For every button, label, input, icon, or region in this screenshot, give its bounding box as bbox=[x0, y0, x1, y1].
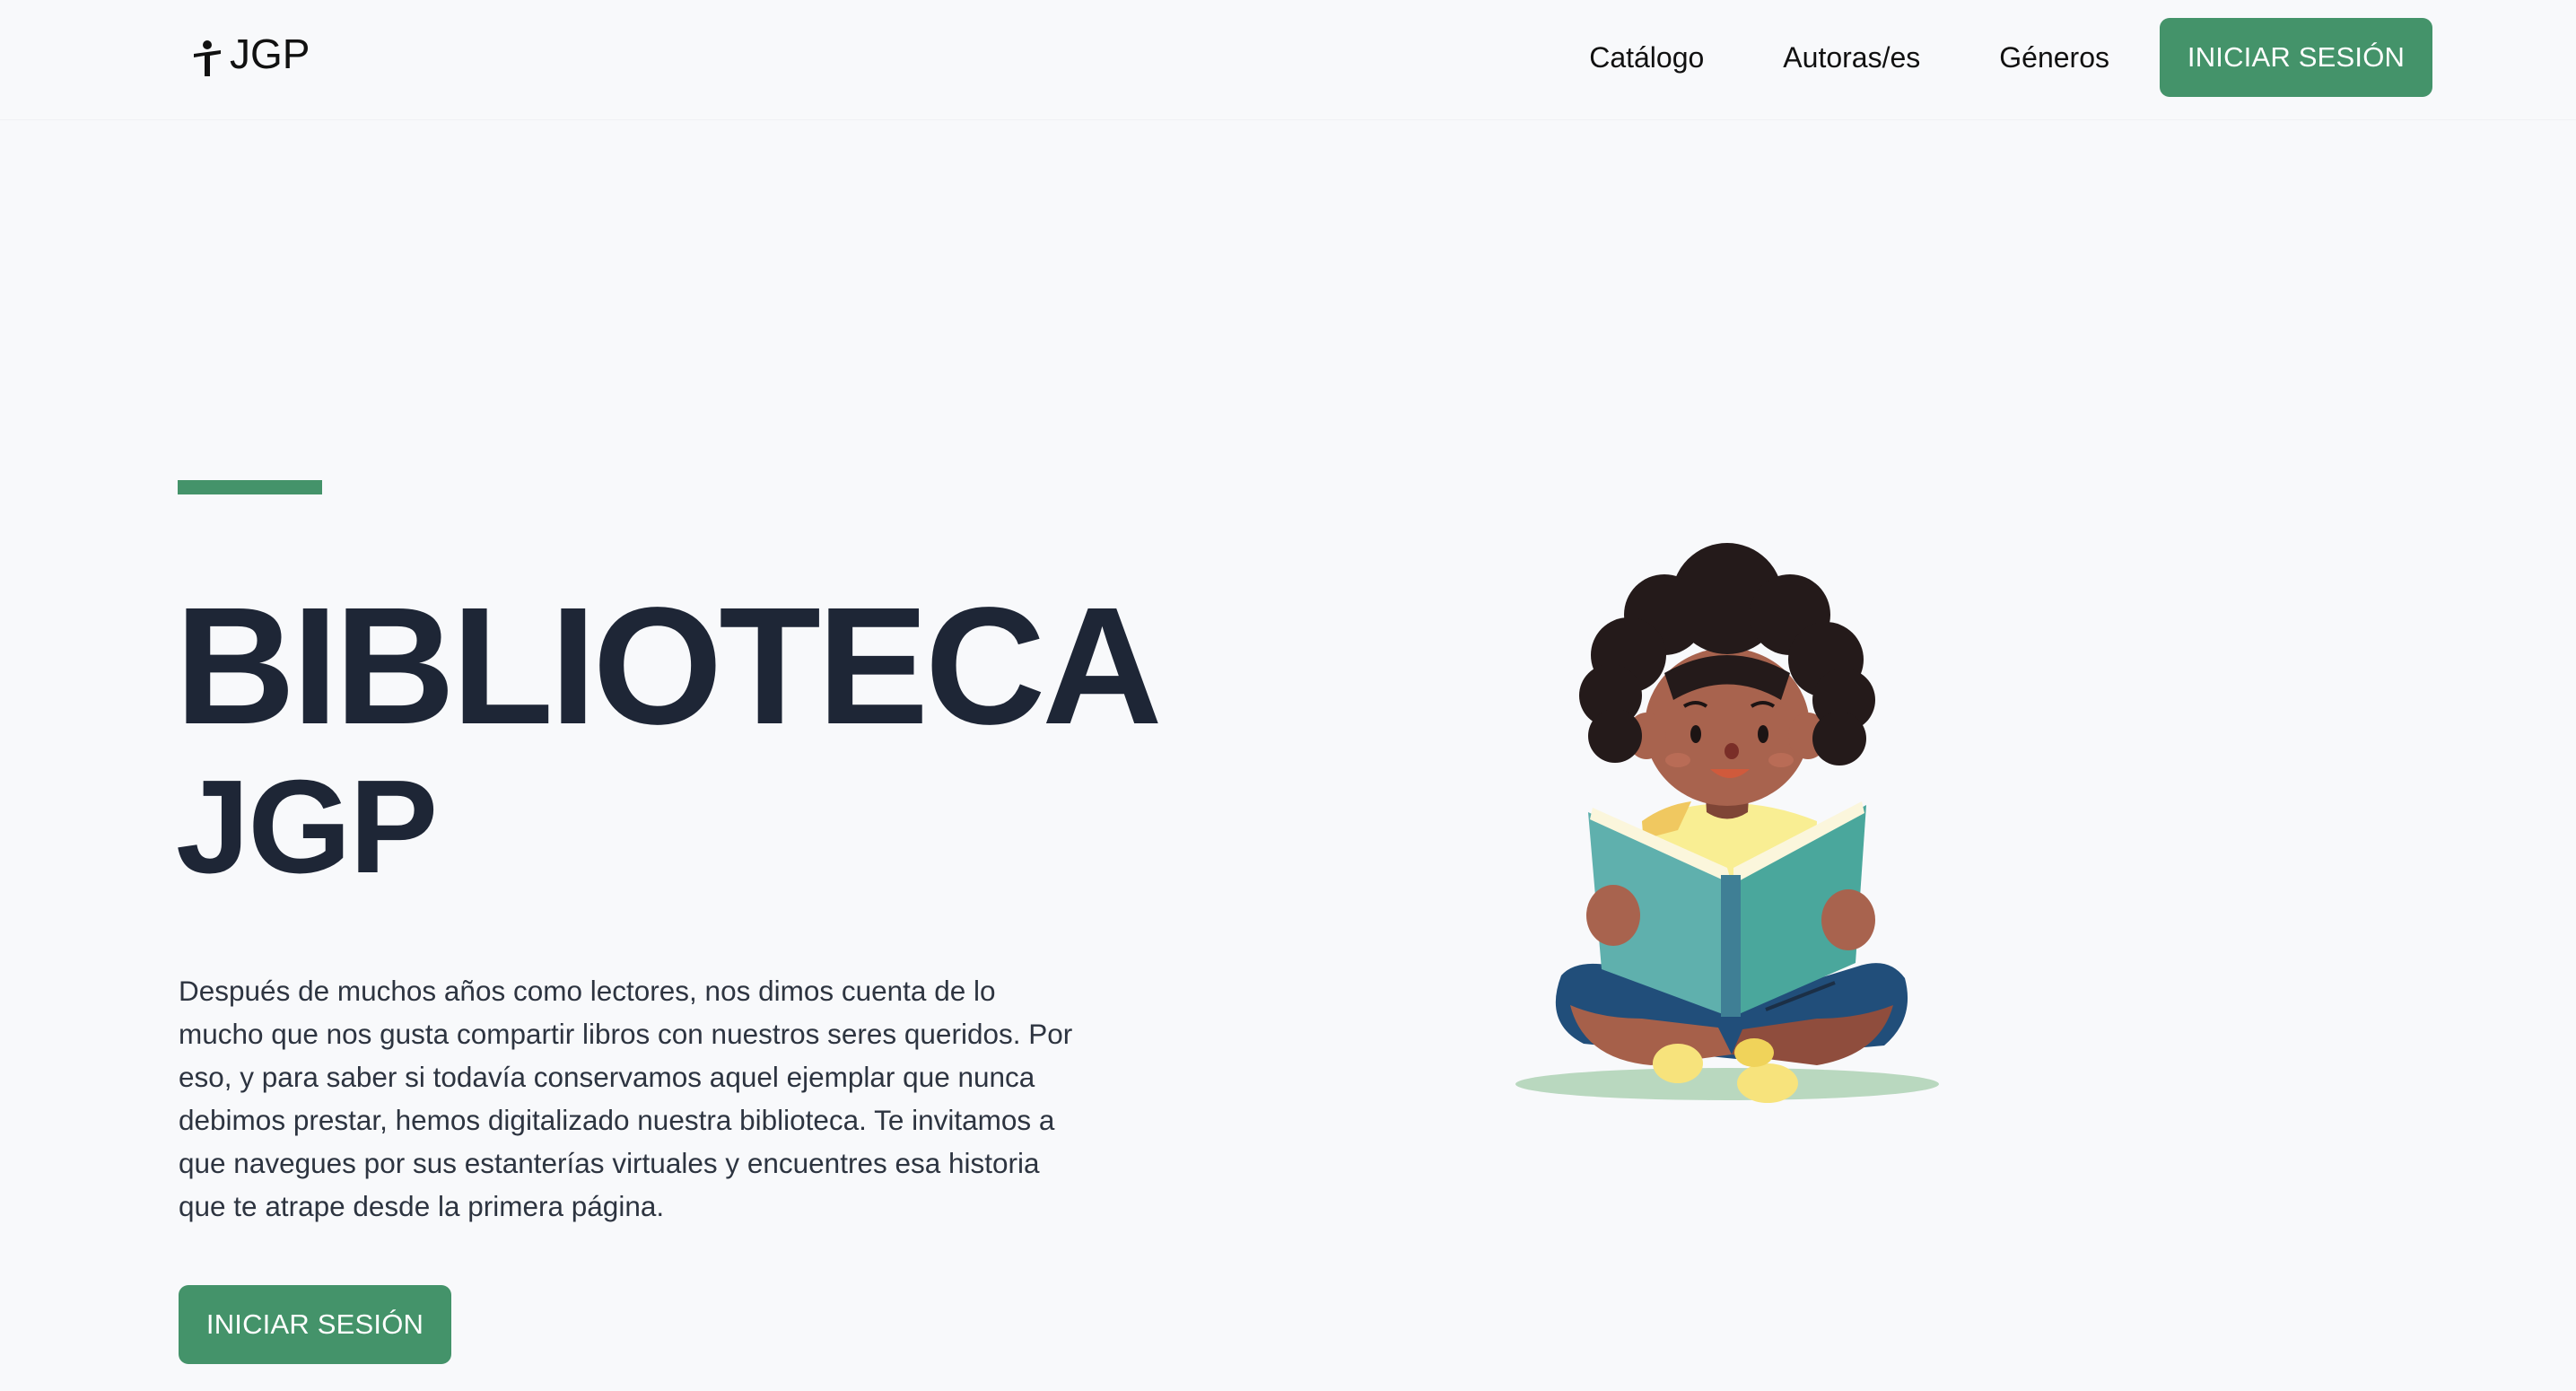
hero-subtitle: JGP bbox=[176, 753, 438, 901]
hero-description: Después de muchos años como lectores, no… bbox=[179, 975, 1073, 1222]
nav-links: Catálogo Autoras/es Géneros INICIAR SESI… bbox=[1589, 18, 2576, 97]
nav-link-generos[interactable]: Géneros bbox=[1999, 18, 2109, 97]
nav-login-button[interactable]: INICIAR SESIÓN bbox=[2160, 18, 2432, 97]
navbar: JGP Catálogo Autoras/es Géneros INICIAR … bbox=[0, 0, 2576, 120]
child-reading-book-illustration bbox=[1515, 543, 1939, 1103]
brand-logo-link[interactable]: JGP bbox=[190, 27, 310, 81]
reader-figure-icon bbox=[194, 40, 221, 76]
brand-name: JGP bbox=[230, 31, 310, 77]
nav-link-autoras[interactable]: Autoras/es bbox=[1783, 18, 1920, 97]
hero-title: BIBLIOTECA bbox=[175, 573, 1163, 759]
accent-bar bbox=[178, 480, 322, 494]
hero-login-button[interactable]: INICIAR SESIÓN bbox=[179, 1285, 451, 1364]
nav-link-catalogo[interactable]: Catálogo bbox=[1589, 18, 1704, 97]
